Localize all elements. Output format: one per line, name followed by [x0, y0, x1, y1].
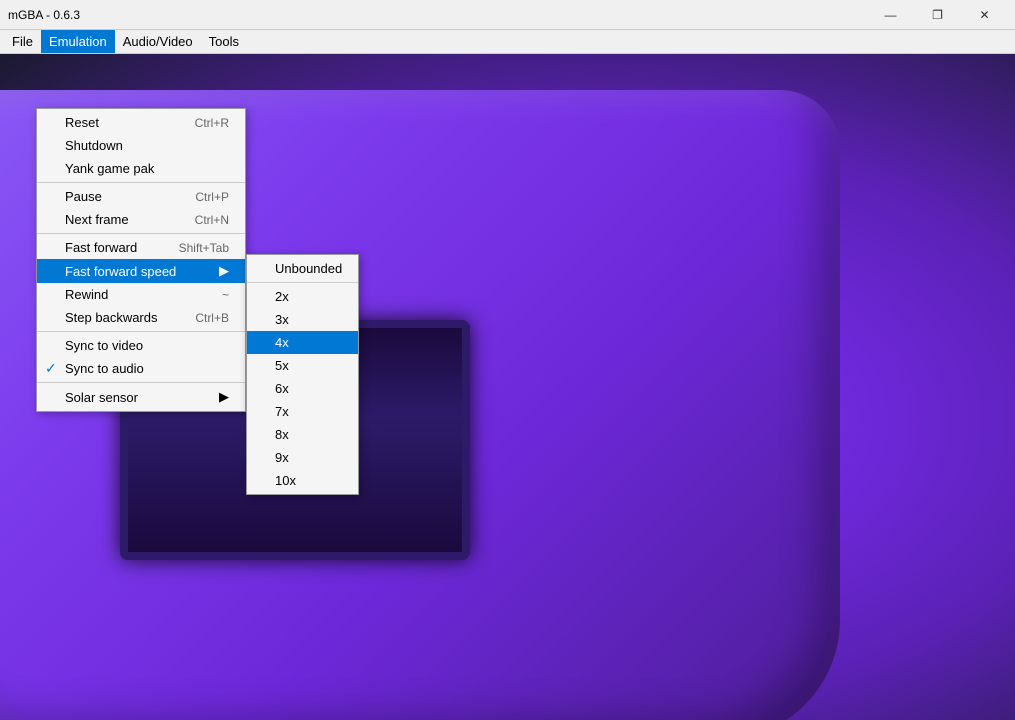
speed-10x[interactable]: 10x [247, 469, 358, 492]
speed-2x[interactable]: 2x [247, 285, 358, 308]
checkmark-icon: ✓ [45, 360, 57, 377]
speed-4x[interactable]: 4x [247, 331, 358, 354]
menu-fast-forward-speed[interactable]: Fast forward speed ▶ [37, 259, 245, 283]
window-controls: — ❐ ✕ [868, 1, 1007, 29]
menu-sync-to-audio[interactable]: ✓ Sync to audio [37, 357, 245, 380]
speed-9x[interactable]: 9x [247, 446, 358, 469]
speed-7x[interactable]: 7x [247, 400, 358, 423]
minimize-button[interactable]: — [868, 1, 913, 29]
menu-tools[interactable]: Tools [201, 30, 247, 53]
menu-step-backwards[interactable]: Step backwards Ctrl+B [37, 306, 245, 329]
menu-audio-video[interactable]: Audio/Video [115, 30, 201, 53]
main-content: GBA Reset Ctrl+R Shutdown Yank game pak … [0, 54, 1015, 720]
speed-3x[interactable]: 3x [247, 308, 358, 331]
menu-rewind[interactable]: Rewind ~ [37, 283, 245, 306]
title-bar: mGBA - 0.6.3 — ❐ ✕ [0, 0, 1015, 30]
menu-bar: File Emulation Audio/Video Tools [0, 30, 1015, 54]
title-text: mGBA - 0.6.3 [8, 8, 80, 22]
speed-unbounded[interactable]: Unbounded [247, 257, 358, 280]
menu-shutdown[interactable]: Shutdown [37, 134, 245, 157]
speed-8x[interactable]: 8x [247, 423, 358, 446]
menu-fast-forward[interactable]: Fast forward Shift+Tab [37, 236, 245, 259]
submenu-separator [247, 282, 358, 283]
menu-pause[interactable]: Pause Ctrl+P [37, 185, 245, 208]
ff-speed-submenu: Unbounded 2x 3x 4x 5x 6x 7x 8x 9x 10x [246, 254, 359, 495]
menu-emulation[interactable]: Emulation [41, 30, 115, 53]
separator-1 [37, 182, 245, 183]
speed-6x[interactable]: 6x [247, 377, 358, 400]
separator-3 [37, 331, 245, 332]
separator-4 [37, 382, 245, 383]
arrow-icon: ▶ [219, 263, 229, 279]
close-button[interactable]: ✕ [962, 1, 1007, 29]
menu-file[interactable]: File [4, 30, 41, 53]
maximize-button[interactable]: ❐ [915, 1, 960, 29]
speed-5x[interactable]: 5x [247, 354, 358, 377]
separator-2 [37, 233, 245, 234]
arrow-icon-solar: ▶ [219, 389, 229, 405]
menu-next-frame[interactable]: Next frame Ctrl+N [37, 208, 245, 231]
menu-reset[interactable]: Reset Ctrl+R [37, 111, 245, 134]
emulation-dropdown: Reset Ctrl+R Shutdown Yank game pak Paus… [36, 108, 246, 412]
menu-sync-to-video[interactable]: Sync to video [37, 334, 245, 357]
menu-solar-sensor[interactable]: Solar sensor ▶ [37, 385, 245, 409]
menu-yank-game-pak[interactable]: Yank game pak [37, 157, 245, 180]
